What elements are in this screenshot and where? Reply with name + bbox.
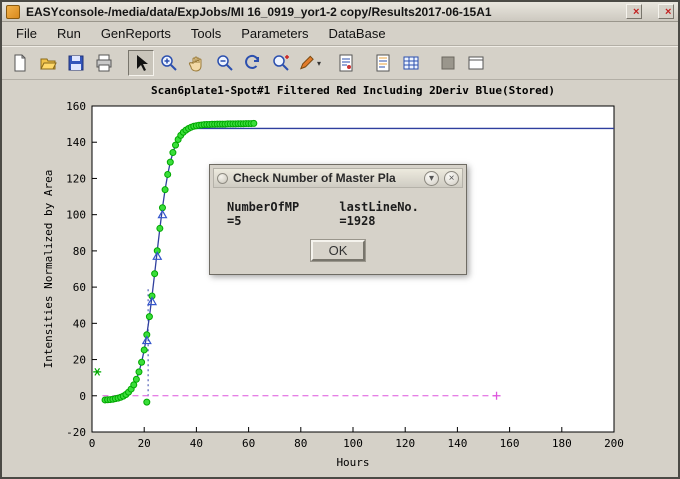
rotate-button[interactable] bbox=[240, 50, 266, 76]
y-tick-label: -20 bbox=[66, 426, 86, 439]
select-cursor-icon bbox=[131, 53, 151, 73]
tool-group bbox=[6, 50, 118, 76]
open-button[interactable] bbox=[35, 50, 61, 76]
dialog-title-bar[interactable]: Check Number of Master Pla ▾ × bbox=[213, 168, 463, 188]
x-tick-label: 200 bbox=[604, 437, 624, 450]
menu-item-tools[interactable]: Tools bbox=[181, 23, 231, 44]
dropdown-arrow-icon[interactable]: ▾ bbox=[317, 59, 321, 68]
last-line-no-value: lastLineNo. =1928 bbox=[339, 200, 455, 228]
menu-item-parameters[interactable]: Parameters bbox=[231, 23, 318, 44]
annotate-pen-icon bbox=[297, 53, 316, 73]
zoom-in-icon bbox=[159, 53, 179, 73]
report-icon bbox=[336, 53, 356, 73]
dialog-collapse-button[interactable]: ▾ bbox=[424, 171, 439, 186]
x-tick-label: 20 bbox=[138, 437, 151, 450]
ok-button[interactable]: OK bbox=[311, 240, 366, 261]
check-master-plate-dialog: Check Number of Master Pla ▾ × NumberOfM… bbox=[209, 164, 467, 275]
new-button[interactable] bbox=[7, 50, 33, 76]
window-title: EASYconsole-/media/data/ExpJobs/MI 16_09… bbox=[26, 5, 620, 19]
dialog-close-button[interactable]: × bbox=[444, 171, 459, 186]
menu-item-file[interactable]: File bbox=[6, 23, 47, 44]
document-icon bbox=[373, 53, 393, 73]
y-tick-label: 20 bbox=[73, 354, 86, 367]
close-button[interactable]: × bbox=[658, 4, 674, 19]
print-icon bbox=[94, 53, 114, 73]
y-axis-label: Intensities Normalized by Area bbox=[42, 170, 55, 369]
tool-group bbox=[434, 50, 490, 76]
figure-canvas[interactable]: 020406080100120140160180200-200204060801… bbox=[2, 80, 678, 477]
dialog-title: Check Number of Master Pla bbox=[233, 171, 419, 185]
pan-icon bbox=[187, 53, 207, 73]
y-tick-label: 0 bbox=[79, 390, 86, 403]
select-cursor-button[interactable] bbox=[128, 50, 154, 76]
y-tick-label: 140 bbox=[66, 136, 86, 149]
x-tick-label: 140 bbox=[447, 437, 467, 450]
pan-button[interactable] bbox=[184, 50, 210, 76]
save-button[interactable] bbox=[63, 50, 89, 76]
x-tick-label: 120 bbox=[395, 437, 415, 450]
stop-square-button[interactable] bbox=[435, 50, 461, 76]
zoom-in-button[interactable] bbox=[156, 50, 182, 76]
tool-group bbox=[332, 50, 360, 76]
y-tick-label: 60 bbox=[73, 281, 86, 294]
rotate-icon bbox=[243, 53, 263, 73]
table-icon bbox=[401, 53, 421, 73]
dialog-body: NumberOfMP =5 lastLineNo. =1928 OK bbox=[213, 188, 463, 271]
window-frame-icon bbox=[466, 53, 486, 73]
window-frame-button[interactable] bbox=[463, 50, 489, 76]
menu-item-run[interactable]: Run bbox=[47, 23, 91, 44]
y-tick-label: 80 bbox=[73, 245, 86, 258]
open-icon bbox=[38, 53, 58, 73]
stop-square-icon bbox=[438, 53, 458, 73]
x-tick-label: 160 bbox=[500, 437, 520, 450]
y-tick-label: 120 bbox=[66, 172, 86, 185]
title-bar[interactable]: EASYconsole-/media/data/ExpJobs/MI 16_09… bbox=[2, 2, 678, 22]
x-tick-label: 0 bbox=[89, 437, 96, 450]
y-tick-label: 160 bbox=[66, 100, 86, 113]
new-icon bbox=[10, 53, 30, 73]
chart-title: Scan6plate1-Spot#1 Filtered Red Includin… bbox=[151, 84, 555, 97]
document-button[interactable] bbox=[370, 50, 396, 76]
save-icon bbox=[66, 53, 86, 73]
report-button[interactable] bbox=[333, 50, 359, 76]
dialog-icon bbox=[217, 173, 228, 184]
figure-area: 020406080100120140160180200-200204060801… bbox=[2, 80, 678, 477]
x-tick-label: 60 bbox=[242, 437, 255, 450]
y-tick-label: 100 bbox=[66, 209, 86, 222]
menu-item-database[interactable]: DataBase bbox=[318, 23, 395, 44]
toolbar: ▾ bbox=[2, 46, 678, 80]
dialog-fields: NumberOfMP =5 lastLineNo. =1928 bbox=[227, 200, 455, 228]
y-tick-label: 40 bbox=[73, 317, 86, 330]
zoom-out-icon bbox=[215, 53, 235, 73]
shade-button[interactable]: × bbox=[626, 4, 642, 19]
app-icon bbox=[6, 5, 20, 19]
x-tick-label: 100 bbox=[343, 437, 363, 450]
zoom-region-icon bbox=[271, 53, 291, 73]
zoom-region-button[interactable] bbox=[268, 50, 294, 76]
table-button[interactable] bbox=[398, 50, 424, 76]
zoom-out-button[interactable] bbox=[212, 50, 238, 76]
menu-item-genreports[interactable]: GenReports bbox=[91, 23, 181, 44]
menu-bar: FileRunGenReportsToolsParametersDataBase bbox=[2, 22, 678, 46]
x-tick-label: 40 bbox=[190, 437, 203, 450]
annotate-pen-button[interactable]: ▾ bbox=[296, 50, 322, 76]
tool-group bbox=[369, 50, 425, 76]
x-axis-label: Hours bbox=[336, 456, 369, 469]
number-of-mp-value: NumberOfMP =5 bbox=[227, 200, 315, 228]
x-tick-label: 180 bbox=[552, 437, 572, 450]
x-tick-label: 80 bbox=[294, 437, 307, 450]
main-window: EASYconsole-/media/data/ExpJobs/MI 16_09… bbox=[0, 0, 680, 479]
print-button[interactable] bbox=[91, 50, 117, 76]
tool-group: ▾ bbox=[127, 50, 323, 76]
